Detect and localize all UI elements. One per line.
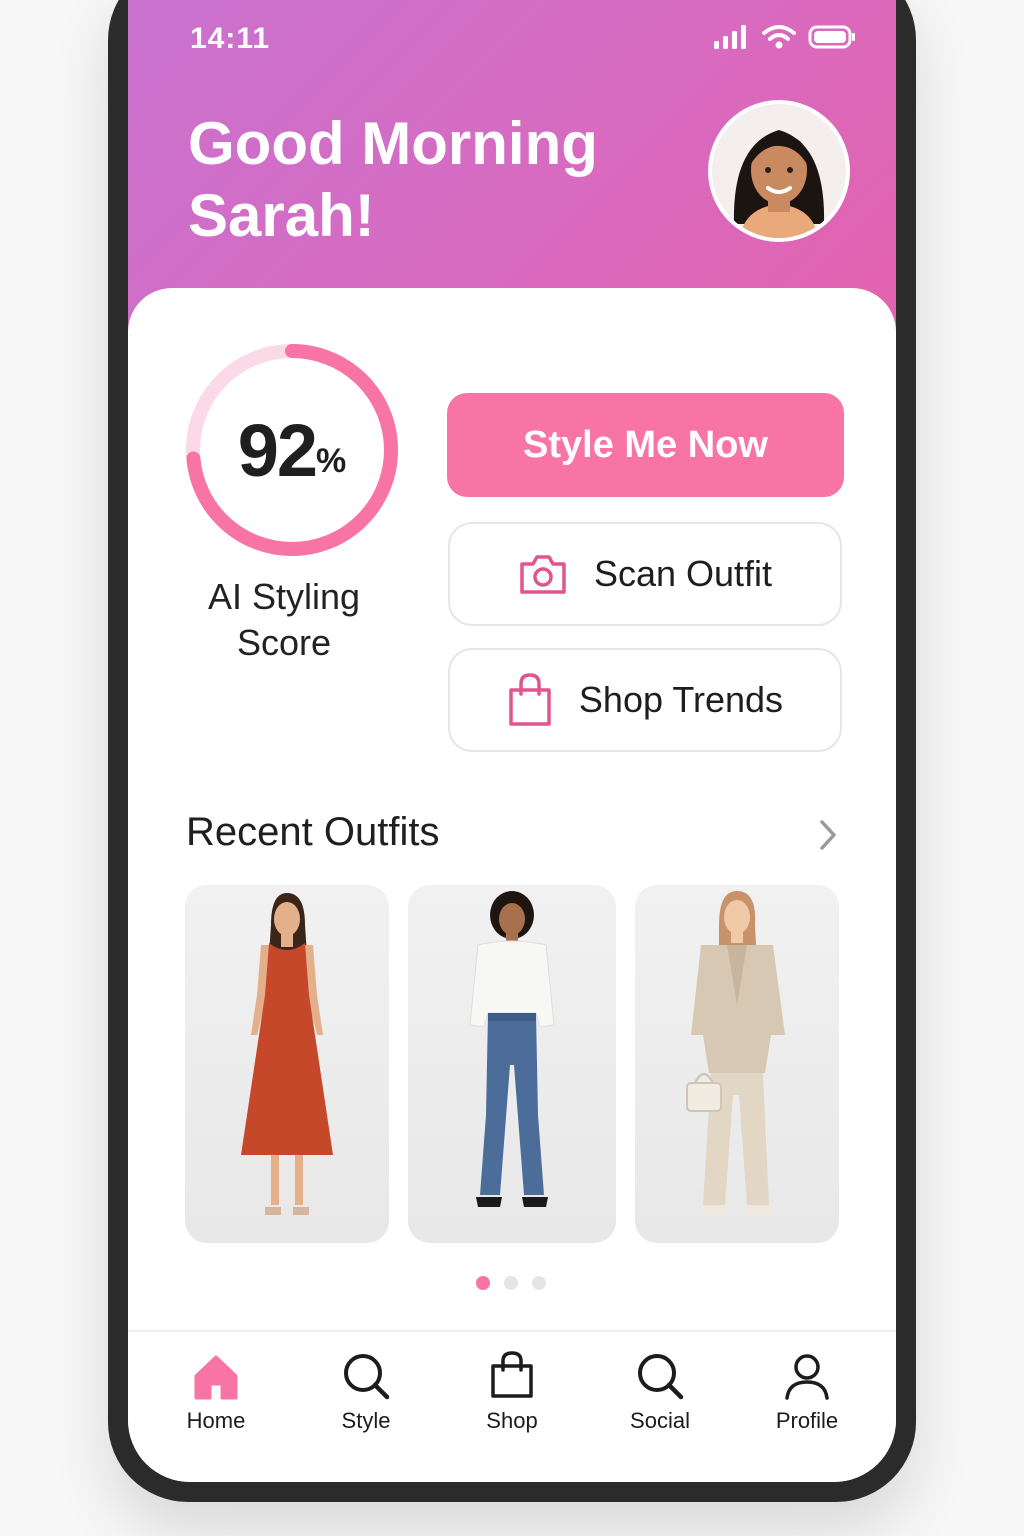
- score-value: 92 %: [182, 340, 402, 560]
- carousel-dot-1[interactable]: [476, 1276, 490, 1290]
- style-me-now-label: Style Me Now: [523, 423, 768, 466]
- chevron-right-icon[interactable]: [816, 818, 840, 852]
- nav-label-style: Style: [341, 1408, 391, 1433]
- outfit-card-1[interactable]: [185, 885, 389, 1243]
- nav-label-home: Home: [186, 1408, 246, 1433]
- nav-item-style[interactable]: Style: [306, 1340, 426, 1450]
- shopping-bag-icon: [509, 673, 551, 726]
- nav-label-social: Social: [630, 1408, 690, 1433]
- nav-divider: [128, 1330, 896, 1332]
- score-label-line-2: Score: [236, 622, 332, 663]
- wifi-icon: [762, 25, 796, 49]
- shop-trends-button[interactable]: Shop Trends: [448, 648, 842, 752]
- scan-outfit-button[interactable]: Scan Outfit: [448, 522, 842, 626]
- battery-icon: [808, 25, 855, 49]
- recent-outfits-title: Recent Outfits: [186, 810, 440, 854]
- carousel-dot-3[interactable]: [532, 1276, 546, 1290]
- nav-label-shop: Shop: [486, 1408, 538, 1433]
- outfit-card-3[interactable]: [635, 885, 839, 1243]
- scan-outfit-label: Scan Outfit: [593, 553, 773, 594]
- nav-label-profile: Profile: [775, 1408, 839, 1433]
- signal-icon: [714, 25, 746, 49]
- outfit-photo-white-shirt-jeans: [469, 891, 555, 1207]
- score-number: 92: [237, 408, 318, 492]
- carousel-dot-2[interactable]: [504, 1276, 518, 1290]
- style-me-now-button[interactable]: Style Me Now: [447, 393, 844, 497]
- outfit-card-2[interactable]: [408, 885, 616, 1243]
- avatar[interactable]: [712, 104, 846, 238]
- outfit-photo-beige-suit: [686, 891, 785, 1215]
- shop-trends-label: Shop Trends: [578, 679, 784, 720]
- nav-item-shop[interactable]: Shop: [452, 1340, 572, 1450]
- camera-icon: [520, 555, 566, 594]
- greeting-line-1: Good Morning: [188, 110, 598, 177]
- score-label: AI Styling Score: [164, 574, 404, 666]
- status-time: 14:11: [190, 22, 271, 55]
- greeting: Good Morning Sarah!: [188, 108, 668, 252]
- carousel-dots: [476, 1276, 546, 1290]
- user-icon: [785, 1354, 829, 1400]
- outfit-photo-rust-dress: [241, 893, 333, 1215]
- nav-item-profile[interactable]: Profile: [747, 1340, 867, 1450]
- bottom-nav: Home Style Shop Social Profile: [128, 1340, 896, 1450]
- user-avatar-photo: [712, 104, 846, 238]
- score-unit: %: [316, 441, 347, 480]
- status-icons: [714, 24, 856, 50]
- greeting-line-2: Sarah!: [188, 182, 375, 249]
- styling-score-ring: 92 %: [182, 340, 402, 560]
- score-label-line-1: AI Styling: [207, 576, 361, 617]
- shopping-bag-icon: [491, 1351, 533, 1398]
- home-icon: [194, 1355, 238, 1400]
- nav-item-social[interactable]: Social: [600, 1340, 720, 1450]
- search-icon: [638, 1354, 684, 1400]
- nav-item-home[interactable]: Home: [156, 1340, 276, 1450]
- search-icon: [344, 1354, 390, 1400]
